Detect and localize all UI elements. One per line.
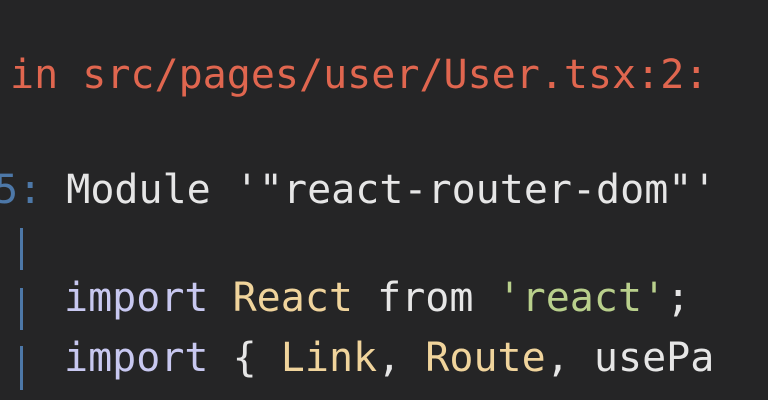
open-brace: {	[232, 335, 257, 381]
error-message-line: 5: Module '"react-router-dom"'	[0, 165, 716, 215]
line-number-gutter: 5:	[0, 167, 43, 213]
comma: ,	[545, 335, 570, 381]
code-line-1: import React from 'react';	[0, 223, 690, 321]
keyword-from: from	[377, 275, 474, 321]
string-literal: 'react'	[497, 275, 667, 321]
identifier-link: Link	[280, 335, 378, 381]
comma: ,	[377, 335, 402, 381]
semicolon: ;	[666, 275, 691, 321]
error-file-path: src/pages/user/User.tsx:2:	[82, 52, 709, 98]
identifier-route: Route	[425, 335, 546, 381]
error-location-line: in src/pages/user/User.tsx:2:	[10, 50, 708, 100]
terminal-output: in src/pages/user/User.tsx:2: 5: Module …	[0, 0, 768, 400]
keyword-import: import	[64, 335, 209, 381]
identifier-react: React	[232, 275, 354, 321]
error-message-text: Module '"react-router-dom"'	[42, 167, 717, 213]
identifier-useparams: usePa	[593, 335, 715, 381]
code-line-2: import { Link, Route, usePa	[0, 283, 714, 381]
error-prefix: in	[10, 52, 83, 98]
